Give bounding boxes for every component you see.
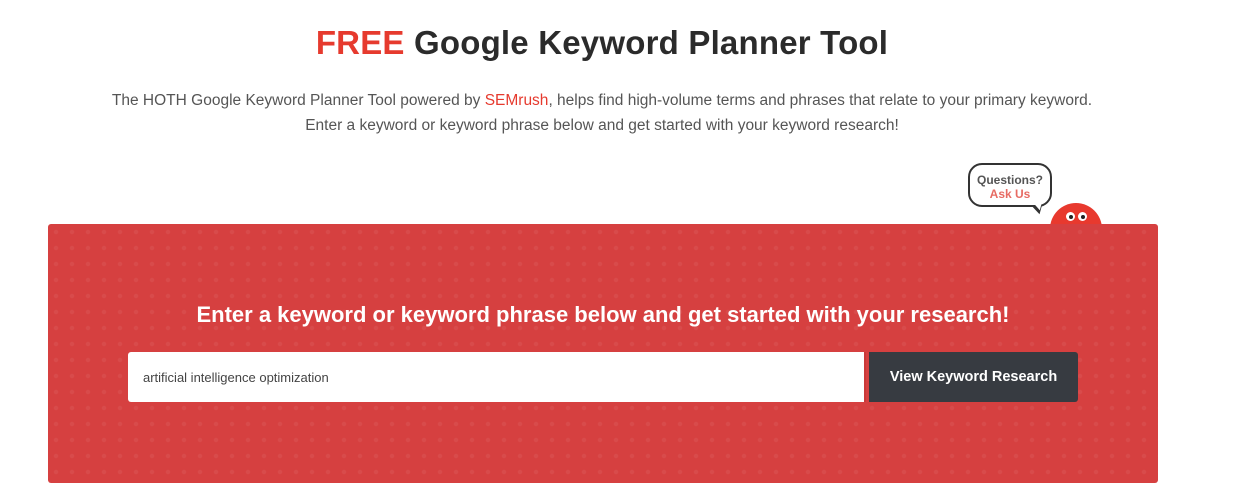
search-panel-heading: Enter a keyword or keyword phrase below … <box>196 302 1010 327</box>
keyword-search-panel: Enter a keyword or keyword phrase below … <box>48 224 1158 483</box>
semrush-link[interactable]: SEMrush <box>485 92 549 109</box>
intro-before: The HOTH Google Keyword Planner Tool pow… <box>111 92 485 109</box>
mascot-eye-left <box>1066 212 1075 221</box>
page: FREE Google Keyword Planner Tool The HOT… <box>0 0 1244 501</box>
mascot-eye-right <box>1078 212 1087 221</box>
page-title: FREE Google Keyword Planner Tool <box>0 24 1204 62</box>
questions-label: Questions? <box>976 173 1043 187</box>
title-accent: FREE <box>315 24 405 61</box>
intro-line-1: The HOTH Google Keyword Planner Tool pow… <box>0 88 1204 113</box>
help-widget[interactable]: Questions? Ask Us <box>965 160 1110 233</box>
intro-after: , helps find high-volume terms and phras… <box>548 92 1093 109</box>
intro-line-2: Enter a keyword or keyword phrase below … <box>305 117 899 134</box>
keyword-search-input[interactable] <box>128 352 866 402</box>
view-keyword-research-button[interactable]: View Keyword Research <box>869 352 1078 402</box>
intro-text: The HOTH Google Keyword Planner Tool pow… <box>0 88 1204 138</box>
title-text: Google Keyword Planner Tool <box>404 24 889 61</box>
